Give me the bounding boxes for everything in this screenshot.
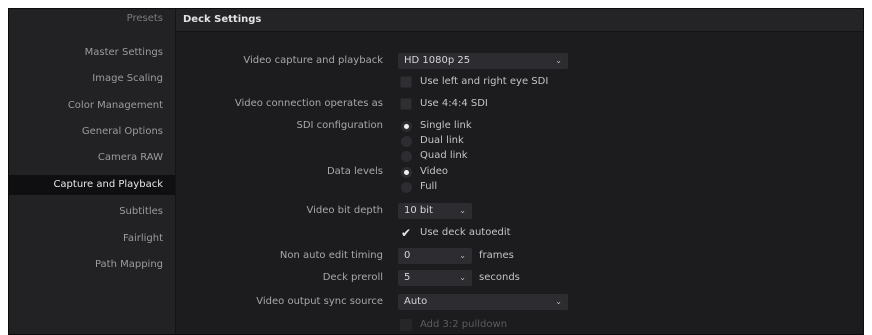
- sidebar-item-label: Capture and Playback: [53, 179, 163, 190]
- use-444-sdi-label: Use 4:4:4 SDI: [420, 98, 488, 109]
- sdi-single-link-radio[interactable]: [401, 121, 412, 132]
- sidebar-item-presets[interactable]: Presets: [127, 9, 163, 29]
- video-capture-label: Video capture and playback: [243, 55, 383, 66]
- frames-unit-label: frames: [479, 250, 514, 261]
- sync-source-select[interactable]: Auto ⌄: [398, 294, 568, 310]
- deck-autoedit-label: Use deck autoedit: [420, 227, 511, 238]
- video-capture-select[interactable]: HD 1080p 25 ⌄: [398, 53, 568, 69]
- eye-sdi-checkbox[interactable]: [400, 76, 412, 88]
- sidebar-item-camera-raw[interactable]: Camera RAW: [98, 148, 163, 168]
- sidebar: Presets Master Settings Image Scaling Co…: [9, 9, 176, 334]
- sdi-config-label: SDI configuration: [296, 120, 383, 131]
- sidebar-item-label: Color Management: [67, 100, 163, 111]
- connection-label: Video connection operates as: [234, 98, 383, 109]
- sidebar-item-label: Path Mapping: [94, 259, 163, 270]
- sidebar-item-path-mapping[interactable]: Path Mapping: [95, 255, 163, 275]
- pulldown-checkbox[interactable]: [400, 319, 412, 331]
- chevron-down-icon: ⌄: [459, 206, 466, 215]
- sync-source-label: Video output sync source: [256, 296, 383, 307]
- video-capture-value: HD 1080p 25: [404, 55, 471, 66]
- bit-depth-value: 10 bit: [404, 205, 433, 216]
- checkmark-icon: ✔: [400, 226, 412, 240]
- deck-preroll-select[interactable]: 5 ⌄: [398, 270, 472, 286]
- sdi-dual-link-radio[interactable]: [401, 136, 412, 147]
- chevron-down-icon: ⌄: [459, 273, 466, 282]
- preferences-window: Presets Master Settings Image Scaling Co…: [8, 8, 864, 335]
- bit-depth-label: Video bit depth: [306, 205, 383, 216]
- non-auto-edit-label: Non auto edit timing: [279, 250, 383, 261]
- sdi-quad-link-radio[interactable]: [401, 151, 412, 162]
- data-levels-video-radio[interactable]: [401, 167, 412, 178]
- sync-source-value: Auto: [404, 296, 428, 307]
- sidebar-item-subtitles[interactable]: Subtitles: [119, 202, 163, 222]
- chevron-down-icon: ⌄: [459, 251, 466, 260]
- data-levels-full-label: Full: [420, 181, 438, 192]
- panel-header: Deck Settings: [176, 9, 863, 32]
- sdi-single-link-label: Single link: [420, 120, 472, 131]
- sidebar-item-label: Fairlight: [122, 233, 163, 244]
- pulldown-label: Add 3:2 pulldown: [420, 319, 508, 330]
- sdi-quad-link-label: Quad link: [420, 150, 468, 161]
- data-levels-full-radio[interactable]: [401, 182, 412, 193]
- seconds-unit-label: seconds: [479, 272, 520, 283]
- sdi-dual-link-label: Dual link: [420, 135, 464, 146]
- sidebar-item-label: Camera RAW: [97, 152, 163, 163]
- deck-autoedit-checkbox[interactable]: ✔: [400, 227, 412, 239]
- data-levels-label: Data levels: [326, 166, 383, 177]
- data-levels-video-label: Video: [420, 166, 449, 177]
- chevron-down-icon: ⌄: [555, 56, 562, 65]
- eye-sdi-label: Use left and right eye SDI: [420, 76, 549, 87]
- sidebar-item-general-options[interactable]: General Options: [82, 122, 163, 142]
- deck-preroll-label: Deck preroll: [322, 272, 383, 283]
- sidebar-item-master-settings[interactable]: Master Settings: [85, 43, 163, 63]
- bit-depth-select[interactable]: 10 bit ⌄: [398, 203, 472, 219]
- sidebar-item-label: General Options: [81, 126, 163, 137]
- sidebar-item-label: Presets: [126, 13, 163, 24]
- non-auto-edit-select[interactable]: 0 ⌄: [398, 248, 472, 264]
- sidebar-item-label: Subtitles: [119, 206, 163, 217]
- sidebar-item-fairlight[interactable]: Fairlight: [123, 229, 163, 249]
- use-444-sdi-checkbox[interactable]: [400, 98, 412, 110]
- sidebar-item-image-scaling[interactable]: Image Scaling: [92, 69, 163, 89]
- deck-preroll-value: 5: [404, 272, 411, 283]
- sidebar-item-label: Master Settings: [84, 47, 163, 58]
- panel-title: Deck Settings: [183, 14, 262, 25]
- non-auto-edit-value: 0: [404, 250, 411, 261]
- sidebar-item-label: Image Scaling: [92, 73, 163, 84]
- sidebar-item-capture-and-playback[interactable]: Capture and Playback: [9, 175, 175, 195]
- chevron-down-icon: ⌄: [555, 297, 562, 306]
- settings-panel: Deck Settings Video capture and playback…: [176, 9, 863, 334]
- sidebar-item-color-management[interactable]: Color Management: [68, 96, 163, 116]
